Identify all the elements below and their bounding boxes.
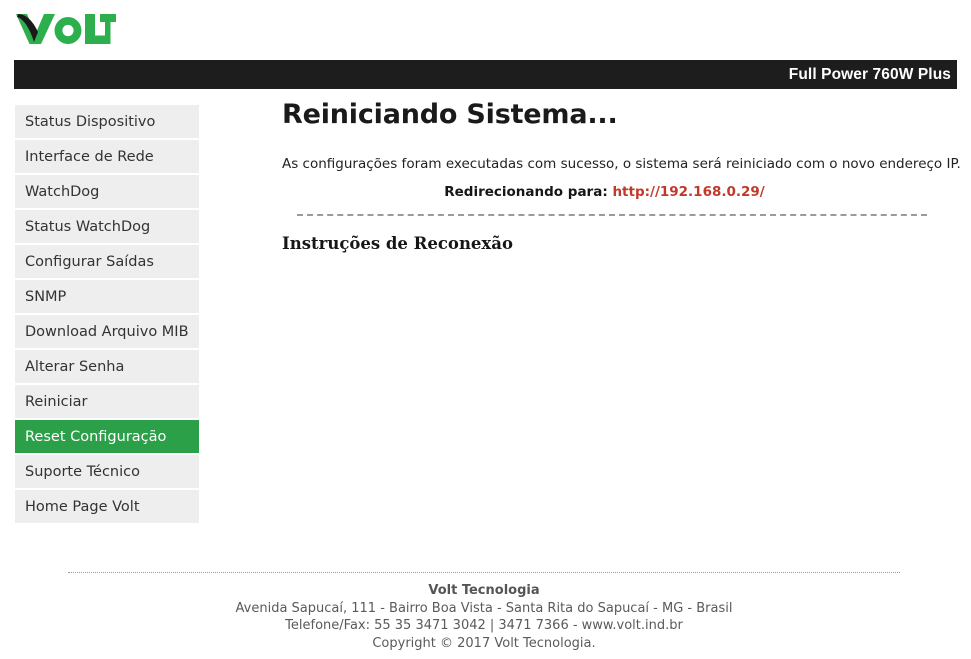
- sidebar-item-reiniciar[interactable]: Reiniciar: [15, 385, 199, 420]
- device-title-bar: Full Power 760W Plus: [14, 60, 957, 89]
- sidebar-item-status-watchdog[interactable]: Status WatchDog: [15, 210, 199, 245]
- sidebar-item-snmp[interactable]: SNMP: [15, 280, 199, 315]
- footer-contact: Telefone/Fax: 55 35 3471 3042 | 3471 736…: [285, 618, 683, 634]
- sidebar-item-home-page-volt[interactable]: Home Page Volt: [15, 490, 199, 525]
- status-message: As configurações foram executadas com su…: [282, 156, 961, 172]
- volt-logo: [16, 12, 216, 52]
- redirect-notice: Redirecionando para: http://192.168.0.29…: [282, 184, 927, 200]
- sidebar-nav: Status Dispositivo Interface de Rede Wat…: [15, 105, 199, 525]
- page-footer: Volt Tecnologia Avenida Sapucaí, 111 - B…: [68, 572, 900, 652]
- main-content: Reiniciando Sistema... As configurações …: [282, 99, 961, 253]
- sidebar-item-download-arquivo-mib[interactable]: Download Arquivo MIB: [15, 315, 199, 350]
- section-divider: [297, 214, 927, 216]
- sidebar-item-status-dispositivo[interactable]: Status Dispositivo: [15, 105, 199, 140]
- device-model-label: Full Power 760W Plus: [788, 65, 951, 83]
- page-title: Reiniciando Sistema...: [282, 99, 618, 130]
- footer-copyright: Copyright © 2017 Volt Tecnologia.: [372, 635, 596, 651]
- sidebar-item-configurar-saidas[interactable]: Configurar Saídas: [15, 245, 199, 280]
- redirect-url-link[interactable]: http://192.168.0.29/: [612, 184, 764, 200]
- redirect-label: Redirecionando para:: [444, 184, 608, 200]
- sidebar-item-interface-de-rede[interactable]: Interface de Rede: [15, 140, 199, 175]
- sidebar-item-suporte-tecnico[interactable]: Suporte Técnico: [15, 455, 199, 490]
- sidebar-item-alterar-senha[interactable]: Alterar Senha: [15, 350, 199, 385]
- sidebar-item-reset-configuracao[interactable]: Reset Configuração: [15, 420, 199, 455]
- footer-address: Avenida Sapucaí, 111 - Bairro Boa Vista …: [235, 600, 733, 616]
- footer-divider: [68, 572, 900, 573]
- sidebar-item-watchdog[interactable]: WatchDog: [15, 175, 199, 210]
- volt-logo-icon: [16, 14, 116, 44]
- footer-company-name: Volt Tecnologia: [428, 583, 540, 598]
- reconnection-instructions-heading: Instruções de Reconexão: [282, 234, 513, 253]
